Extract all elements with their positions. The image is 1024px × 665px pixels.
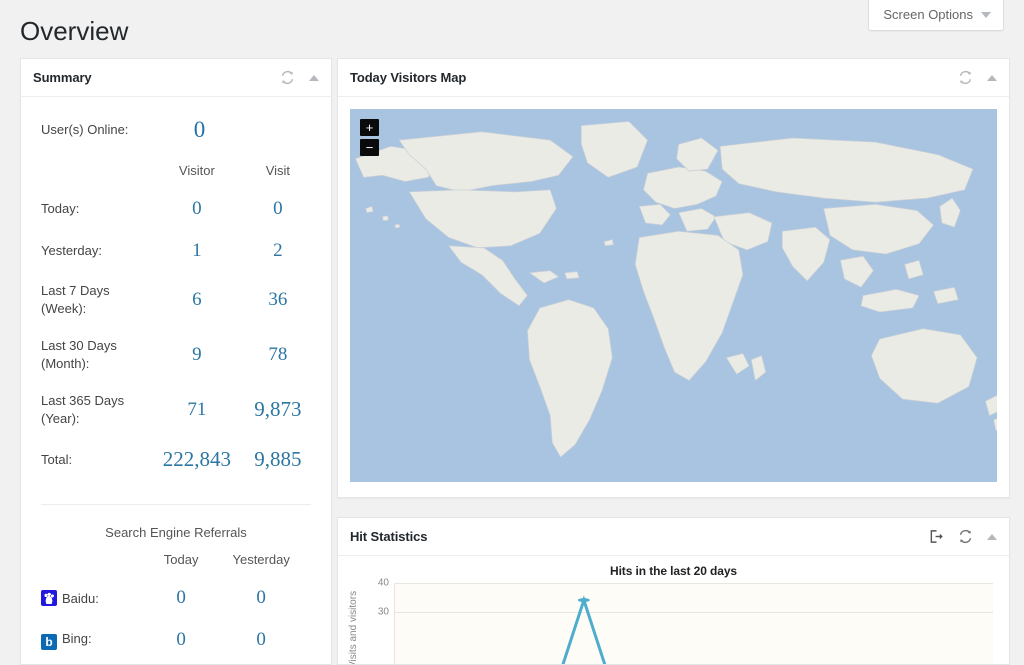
caret-up-icon[interactable]	[987, 75, 997, 81]
row-label: Today:	[41, 188, 149, 230]
row-visitor: 71	[149, 382, 245, 437]
table-row: b Bing: 0 0	[41, 619, 311, 661]
row-label-cell: b Bing:	[41, 619, 151, 661]
today-visitors-map-panel: Today Visitors Map + −	[337, 58, 1010, 498]
row-label: Baidu:	[62, 591, 99, 606]
row-visit: 2	[245, 230, 311, 272]
chart-plot-area: 40 30	[394, 583, 993, 665]
row-visit: 36	[245, 272, 311, 327]
row-today: 0	[151, 619, 211, 661]
world-map-svg	[350, 109, 997, 482]
row-visit: 9,885	[245, 437, 311, 482]
row-label: Total:	[41, 437, 149, 482]
caret-up-icon[interactable]	[987, 534, 997, 540]
bing-icon: b	[41, 634, 57, 650]
table-row: Yesterday: 1 2	[41, 230, 311, 272]
map-zoom-controls: + −	[360, 119, 379, 156]
summary-panel: Summary User(s) Online: 0	[20, 58, 332, 665]
row-yesterday: 0	[211, 577, 311, 619]
table-row: Last 30 Days (Month): 9 78	[41, 327, 311, 382]
summary-table: Visitor Visit Today: 0 0 Yesterday: 1 2	[41, 157, 311, 482]
row-visit: 9,873	[245, 382, 311, 437]
table-row: Total: 222,843 9,885	[41, 437, 311, 482]
hits-header-actions	[929, 529, 997, 544]
row-label-cell: DuckDuckGo:	[41, 661, 151, 665]
referrals-heading: Search Engine Referrals	[41, 505, 311, 544]
referrals-col-spacer	[41, 544, 151, 577]
row-yesterday: 0	[211, 661, 311, 665]
hits-panel-header: Hit Statistics	[338, 518, 1009, 556]
row-label: Bing:	[62, 631, 92, 646]
table-row: Last 365 Days (Year): 71 9,873	[41, 382, 311, 437]
y-tick-30: 30	[378, 606, 389, 617]
summary-table-header-row: Visitor Visit	[41, 157, 311, 188]
chart-box: Visits and visitors 40 30	[352, 583, 995, 665]
screen-options-label: Screen Options	[883, 7, 973, 22]
map-panel-title: Today Visitors Map	[350, 70, 958, 85]
chart-y-axis-label: Visits and visitors	[348, 589, 362, 665]
baidu-icon	[41, 590, 57, 606]
page-title: Overview	[20, 15, 128, 49]
row-visitor: 222,843	[149, 437, 245, 482]
table-row: Last 7 Days (Week): 6 36	[41, 272, 311, 327]
summary-col-visitor: Visitor	[149, 157, 245, 188]
hit-statistics-panel: Hit Statistics	[337, 517, 1010, 665]
row-visitor: 6	[149, 272, 245, 327]
row-visitor: 1	[149, 230, 245, 272]
row-label: Last 30 Days (Month):	[41, 327, 149, 382]
table-row: Today: 0 0	[41, 188, 311, 230]
refresh-icon[interactable]	[958, 529, 973, 544]
refresh-icon[interactable]	[280, 70, 295, 85]
users-online-label: User(s) Online:	[41, 120, 166, 140]
summary-header-actions	[280, 70, 319, 85]
chart-series-line	[395, 583, 993, 665]
map-header-actions	[958, 70, 997, 85]
world-map[interactable]: + −	[350, 109, 997, 482]
screen-options-button[interactable]: Screen Options	[868, 0, 1004, 31]
summary-col-visit: Visit	[245, 157, 311, 188]
row-label-cell: Baidu:	[41, 577, 151, 619]
y-tick-40: 40	[378, 578, 389, 589]
overview-screen: Screen Options Overview Summary	[0, 0, 1024, 665]
summary-body: User(s) Online: 0 Visitor Visit Today: 0…	[21, 97, 331, 665]
caret-up-icon[interactable]	[309, 75, 319, 81]
referrals-header-row: Today Yesterday	[41, 544, 311, 577]
referrals-col-today: Today	[151, 544, 211, 577]
referrals-col-yesterday: Yesterday	[211, 544, 311, 577]
export-icon[interactable]	[929, 529, 944, 544]
summary-panel-header: Summary	[21, 59, 331, 97]
refresh-icon[interactable]	[958, 70, 973, 85]
row-visitor: 9	[149, 327, 245, 382]
summary-panel-title: Summary	[33, 70, 280, 85]
map-panel-header: Today Visitors Map	[338, 59, 1009, 97]
row-today: 0	[151, 577, 211, 619]
chart-title: Hits in the last 20 days	[352, 564, 995, 583]
row-label: Yesterday:	[41, 230, 149, 272]
hits-panel-title: Hit Statistics	[350, 529, 929, 544]
row-visitor: 0	[149, 188, 245, 230]
table-row: Baidu: 0 0	[41, 577, 311, 619]
row-yesterday: 0	[211, 619, 311, 661]
row-visit: 0	[245, 188, 311, 230]
search-engine-referrals-table: Today Yesterday Baidu: 0 0 b Bing:	[41, 544, 311, 665]
map-zoom-out-button[interactable]: −	[360, 139, 379, 156]
hit-statistics-chart: Hits in the last 20 days Visits and visi…	[338, 556, 1009, 661]
summary-col-spacer	[41, 157, 149, 188]
row-label: Last 365 Days (Year):	[41, 382, 149, 437]
row-today: 0	[151, 661, 211, 665]
table-row: DuckDuckGo: 0 0	[41, 661, 311, 665]
map-zoom-in-button[interactable]: +	[360, 119, 379, 136]
users-online-row: User(s) Online: 0	[41, 109, 311, 157]
chevron-down-icon	[981, 12, 991, 18]
row-visit: 78	[245, 327, 311, 382]
row-label: Last 7 Days (Week):	[41, 272, 149, 327]
users-online-value: 0	[166, 117, 311, 143]
